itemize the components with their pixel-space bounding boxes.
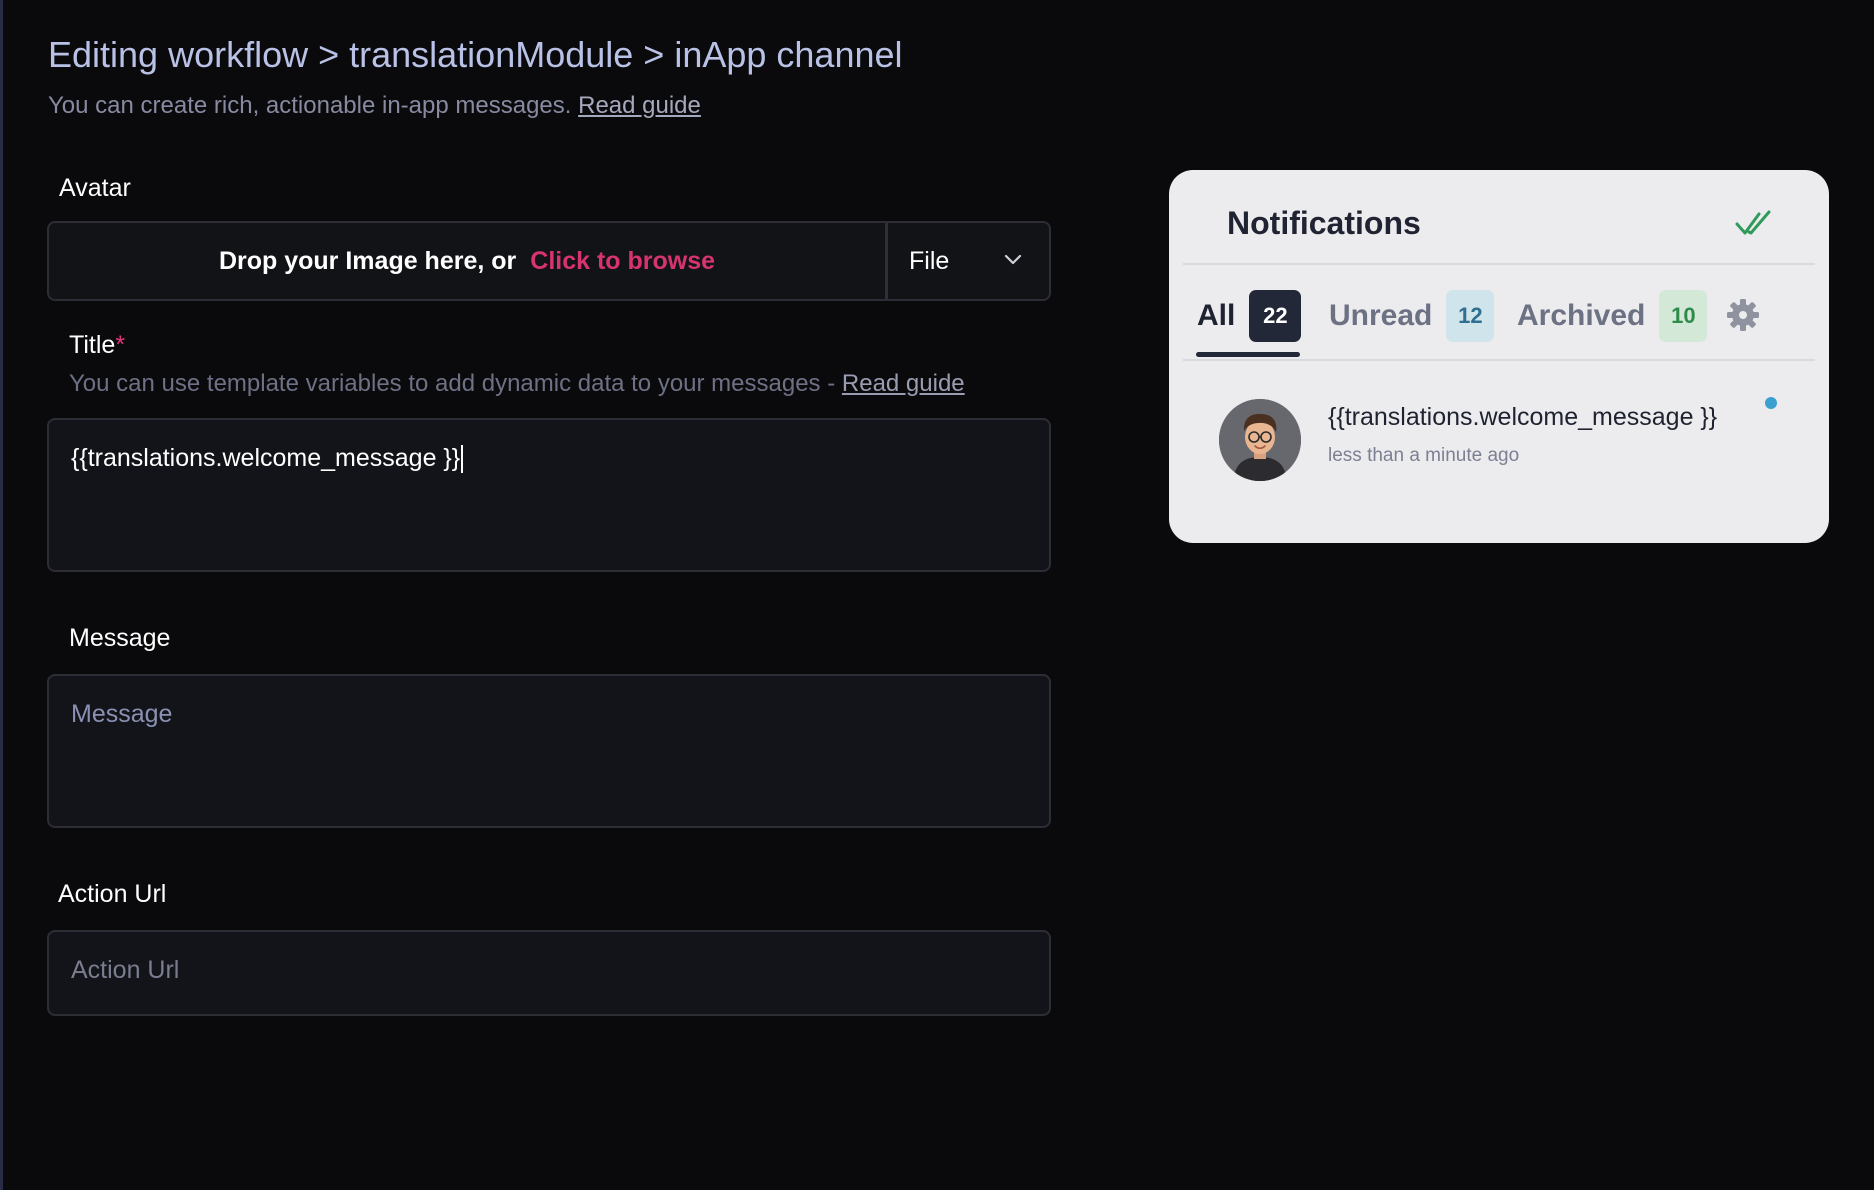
dropzone-text: Drop your Image here, or	[218, 246, 517, 275]
message-label: Message	[69, 624, 171, 652]
title-read-guide-link[interactable]: Read guide	[842, 370, 965, 397]
notifications-preview: Notifications All 22 Unread 12 Archived …	[1169, 170, 1829, 543]
avatar-dropzone[interactable]: Drop your Image here, or Click to browse…	[47, 221, 1051, 301]
text-caret	[461, 445, 464, 474]
click-to-browse-link[interactable]: Click to browse	[530, 247, 715, 276]
action-url-label: Action Url	[58, 880, 167, 908]
page-title: Editing workflow > translationModule > i…	[48, 34, 903, 75]
read-guide-link[interactable]: Read guide	[578, 92, 701, 119]
avatar-source-value: File	[909, 246, 950, 275]
notification-message: {{translations.welcome_message }}	[1328, 403, 1718, 431]
notifications-title: Notifications	[1227, 205, 1421, 241]
title-hint: You can use template variables to add dy…	[69, 370, 965, 398]
tabs-divider	[1183, 359, 1815, 361]
title-label: Title*	[69, 331, 125, 360]
tab-unread[interactable]: Unread 12	[1329, 290, 1495, 342]
gear-icon[interactable]	[1726, 298, 1760, 332]
message-input[interactable]: Message	[47, 674, 1051, 828]
page-subtitle-text: You can create rich, actionable in-app m…	[48, 92, 572, 119]
required-asterisk: *	[115, 331, 126, 359]
avatar-label: Avatar	[59, 174, 131, 202]
tab-archived[interactable]: Archived 10	[1517, 290, 1708, 342]
avatar-source-select[interactable]: File	[888, 223, 1049, 299]
message-placeholder: Message	[71, 700, 173, 728]
unread-dot-icon	[1765, 397, 1777, 409]
dropzone-text-wrap[interactable]: Drop your Image here, or Click to browse	[49, 223, 885, 299]
action-url-input[interactable]: Action Url	[47, 930, 1051, 1016]
window-left-edge	[0, 0, 3, 1190]
tab-all-count: 22	[1249, 290, 1302, 342]
tab-unread-count: 12	[1446, 290, 1495, 342]
tab-archived-label: Archived	[1517, 299, 1646, 332]
page-subtitle: You can create rich, actionable in-app m…	[48, 92, 701, 120]
notification-time: less than a minute ago	[1328, 445, 1520, 466]
double-check-icon[interactable]	[1735, 208, 1773, 238]
title-hint-text: You can use template variables to add dy…	[69, 370, 836, 397]
avatar	[1219, 399, 1301, 481]
tab-all-label: All	[1197, 299, 1236, 332]
title-label-text: Title	[69, 331, 116, 359]
title-input[interactable]: {{translations.welcome_message }}	[47, 418, 1051, 572]
title-input-value: {{translations.welcome_message }}	[71, 444, 461, 472]
tab-all[interactable]: All 22	[1197, 290, 1302, 342]
tab-archived-count: 10	[1659, 290, 1708, 342]
avatar-illustration-icon	[1219, 399, 1301, 481]
notification-item[interactable]: {{translations.welcome_message }} less t…	[1183, 385, 1815, 515]
chevron-down-icon	[1004, 254, 1022, 265]
action-url-placeholder: Action Url	[71, 956, 180, 984]
header-divider	[1183, 263, 1815, 265]
active-tab-indicator	[1196, 352, 1300, 357]
tab-unread-label: Unread	[1329, 299, 1433, 332]
